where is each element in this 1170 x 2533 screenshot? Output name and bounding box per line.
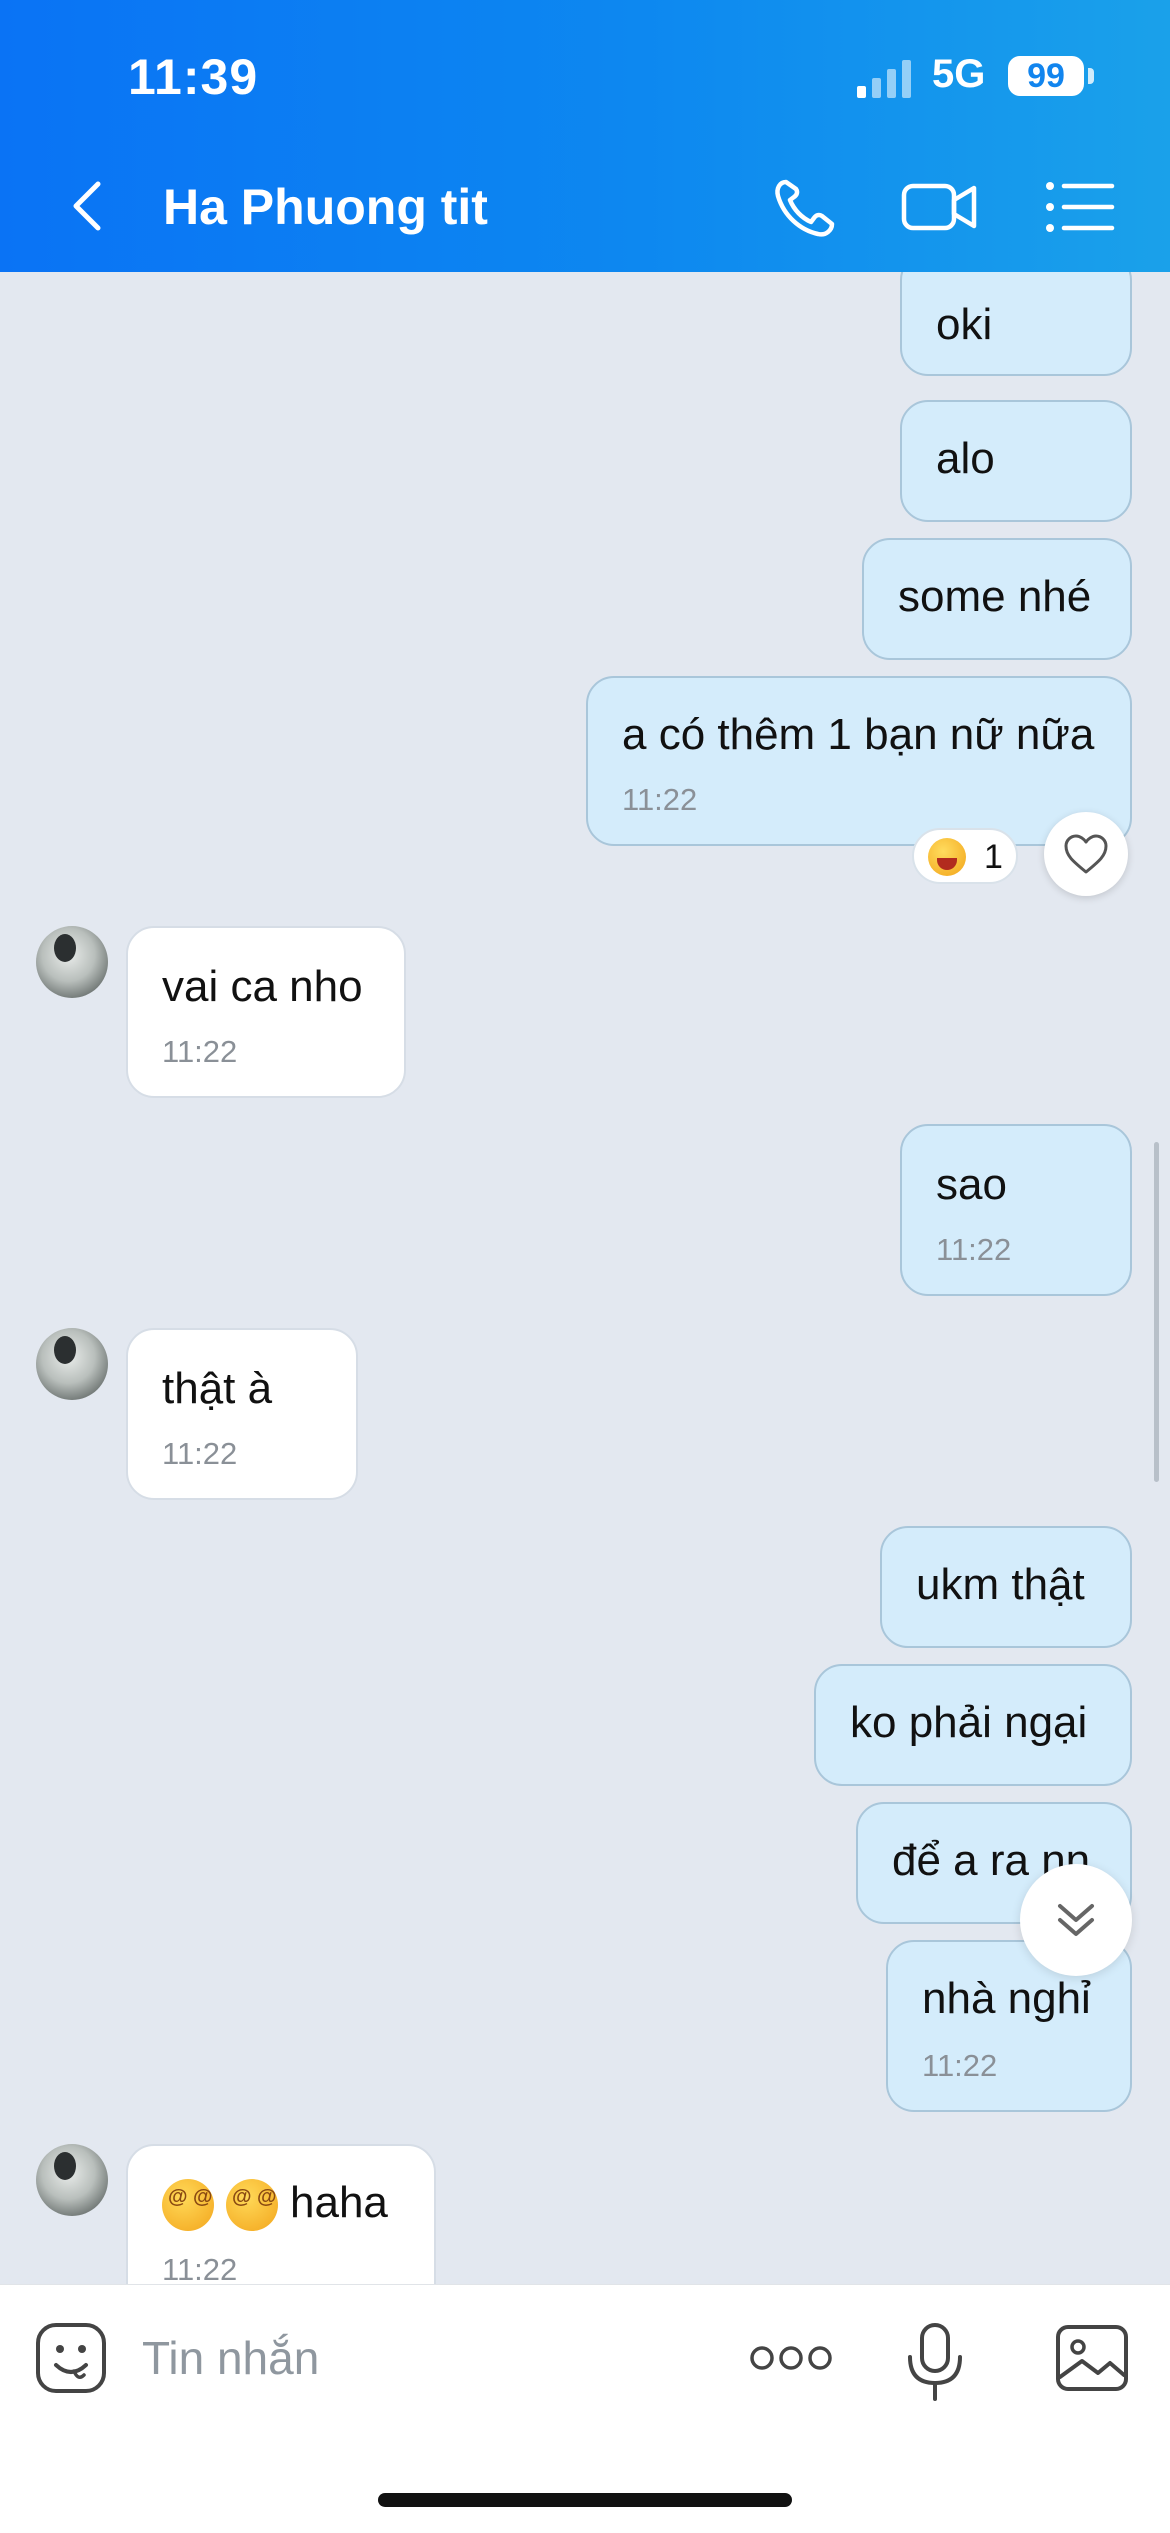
message-bubble-incoming[interactable]: haha 11:22 <box>126 2144 436 2284</box>
chat-header: 11:39 5G 99 Ha Phuong tit <box>0 0 1170 272</box>
avatar[interactable] <box>36 2144 108 2216</box>
sticker-face-icon[interactable] <box>34 2321 108 2395</box>
chevron-left-icon[interactable] <box>60 176 120 236</box>
phone-icon[interactable] <box>764 172 844 242</box>
message-bubble-incoming[interactable]: thật à 11:22 <box>126 1328 358 1500</box>
reaction-count: 1 <box>984 838 1003 876</box>
avatar[interactable] <box>36 926 108 998</box>
home-indicator[interactable] <box>378 2493 792 2507</box>
video-camera-icon[interactable] <box>900 172 980 242</box>
message-text: a có thêm 1 bạn nữ nữa <box>622 710 1095 759</box>
message-time: 11:22 <box>936 1232 1012 1267</box>
message-bubble-outgoing[interactable]: oki <box>900 272 1132 376</box>
message-bubble-incoming[interactable]: vai ca nho 11:22 <box>126 926 406 1098</box>
message-text: sao <box>936 1160 1007 1209</box>
microphone-icon[interactable] <box>904 2321 966 2403</box>
message-list[interactable]: oki alo some nhé a có thêm 1 bạn nữ nữa … <box>0 272 1170 2284</box>
dizzy-face-emoji-icon <box>162 2179 214 2232</box>
message-bubble-outgoing[interactable]: some nhé <box>862 538 1132 660</box>
image-icon[interactable] <box>1054 2323 1130 2393</box>
message-bubble-outgoing[interactable]: a có thêm 1 bạn nữ nữa 11:22 <box>586 676 1132 846</box>
heart-icon[interactable] <box>1044 812 1128 896</box>
message-bubble-outgoing[interactable]: sao 11:22 <box>900 1124 1132 1296</box>
message-text-content: haha <box>290 2178 388 2227</box>
message-time: 11:22 <box>162 1034 238 1069</box>
message-text: oki <box>936 300 993 349</box>
more-dots-icon[interactable] <box>748 2341 834 2375</box>
message-bubble-outgoing[interactable]: ko phải ngại <box>814 1664 1132 1786</box>
message-input[interactable]: Tin nhắn <box>142 2331 319 2385</box>
battery-level: 99 <box>1008 56 1084 96</box>
status-time: 11:39 <box>128 49 259 105</box>
reaction-badge[interactable]: 1 <box>912 828 1018 884</box>
scroll-indicator[interactable] <box>1154 1142 1159 1482</box>
message-text: nhà nghỉ <box>922 1974 1091 2023</box>
message-text: thật à <box>162 1364 273 1413</box>
message-time: 11:22 <box>922 2048 998 2083</box>
avatar[interactable] <box>36 1328 108 1400</box>
message-bubble-outgoing[interactable]: alo <box>900 400 1132 522</box>
signal-icon <box>857 60 911 98</box>
message-text: some nhé <box>898 572 1092 621</box>
message-time: 11:22 <box>622 782 698 817</box>
message-time: 11:22 <box>162 2252 238 2284</box>
message-text: ko phải ngại <box>850 1698 1088 1747</box>
laughing-emoji-icon <box>928 838 966 876</box>
contact-name[interactable]: Ha Phuong tit <box>163 178 488 236</box>
message-bubble-outgoing[interactable]: ukm thật <box>880 1526 1132 1648</box>
list-icon[interactable] <box>1040 172 1120 242</box>
network-type: 5G <box>932 52 986 96</box>
double-chevron-down-icon[interactable] <box>1020 1864 1132 1976</box>
message-time: 11:22 <box>162 1436 238 1471</box>
dizzy-face-emoji-icon <box>226 2179 278 2232</box>
message-input-bar: Tin nhắn <box>0 2284 1170 2533</box>
message-text: alo <box>936 434 995 483</box>
message-text: ukm thật <box>916 1560 1085 1609</box>
message-text: haha <box>162 2178 388 2232</box>
battery-nub <box>1088 68 1094 84</box>
message-text: vai ca nho <box>162 962 363 1011</box>
